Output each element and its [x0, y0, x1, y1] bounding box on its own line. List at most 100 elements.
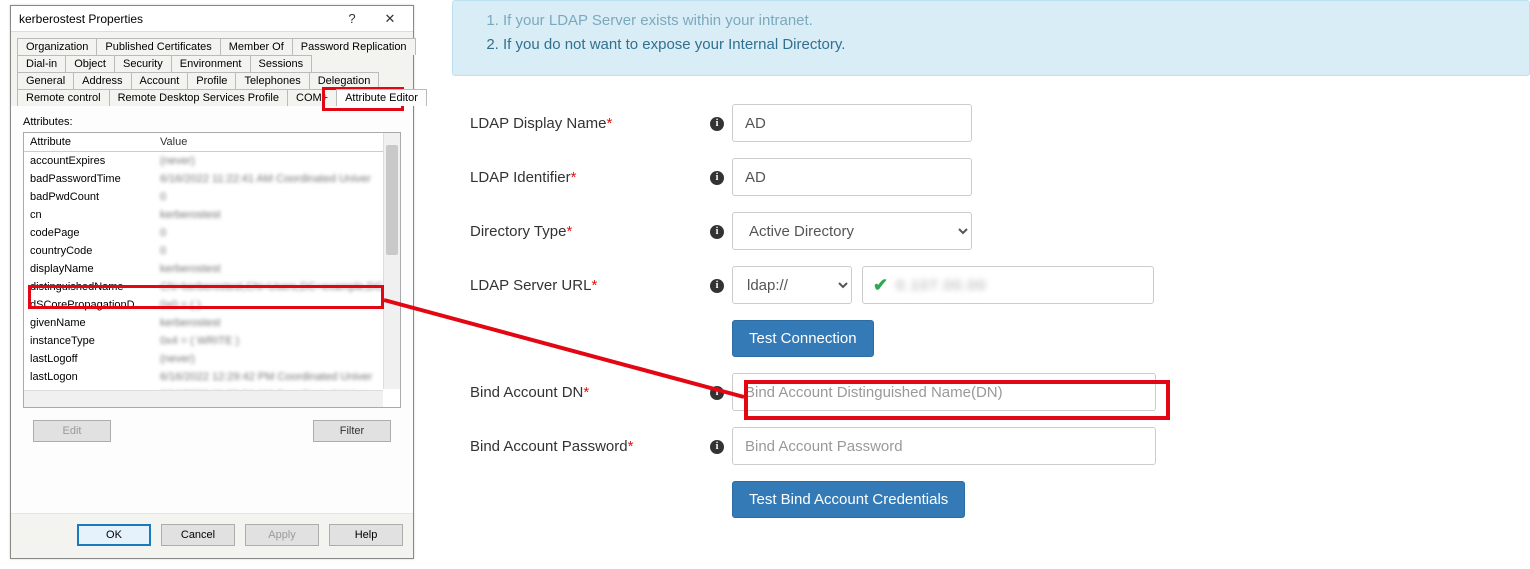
tab-password-replication[interactable]: Password Replication [292, 38, 416, 55]
help-icon[interactable]: i [702, 169, 732, 185]
attr-value: 6/16/2022 12:29:42 PM Coordinated Univer [160, 369, 394, 385]
help-icon[interactable]: i [702, 384, 732, 400]
attr-name: givenName [30, 315, 160, 331]
vertical-scrollbar[interactable] [383, 133, 400, 389]
input-identifier[interactable] [732, 158, 972, 196]
title-bar: kerberostest Properties ? ✕ [11, 6, 413, 32]
attr-name: instanceType [30, 333, 160, 349]
tabs-area: Organization Published Certificates Memb… [11, 32, 413, 106]
attr-value: 0 [160, 225, 394, 241]
select-protocol[interactable]: ldap:// [732, 266, 852, 304]
input-display-name[interactable] [732, 104, 972, 142]
attribute-row[interactable]: givenNamekerberostest [24, 314, 400, 332]
tab-attribute-editor[interactable]: Attribute Editor [336, 89, 427, 106]
edit-button[interactable]: Edit [33, 420, 111, 442]
tab-pane: Attributes: Attribute Value accountExpir… [11, 106, 413, 454]
row-bind-password: Bind Account Password* i [470, 427, 1530, 465]
tab-member-of[interactable]: Member Of [220, 38, 293, 55]
window-buttons: ? ✕ [333, 7, 409, 31]
tab-delegation[interactable]: Delegation [309, 72, 380, 89]
attr-value: 6/16/2022 11:22:41 AM Coordinated Univer [160, 171, 394, 187]
attribute-row[interactable]: distinguishedNameCN=kerberostest,CN=User… [24, 278, 400, 296]
horizontal-scrollbar[interactable] [24, 390, 383, 407]
attr-name: lastLogon [30, 369, 160, 385]
test-connection-button[interactable]: Test Connection [732, 320, 874, 357]
scroll-thumb[interactable] [386, 145, 398, 255]
attr-name: badPwdCount [30, 189, 160, 205]
tab-object[interactable]: Object [65, 55, 115, 72]
tab-remote-control[interactable]: Remote control [17, 89, 110, 106]
help-icon[interactable]: ? [333, 7, 371, 31]
attribute-row[interactable]: badPasswordTime6/16/2022 11:22:41 AM Coo… [24, 170, 400, 188]
label-display-name: LDAP Display Name* [470, 115, 702, 132]
tab-published-certificates[interactable]: Published Certificates [96, 38, 220, 55]
attr-name: cn [30, 207, 160, 223]
attr-value: (never) [160, 153, 394, 169]
row-display-name: LDAP Display Name* i [470, 104, 1530, 142]
attribute-row[interactable]: lastLogon6/16/2022 12:29:42 PM Coordinat… [24, 368, 400, 386]
input-bind-password[interactable] [732, 427, 1156, 465]
row-server-url: LDAP Server URL* i ldap:// ✔ 0.107.00.00 [470, 266, 1530, 304]
row-test-bind: Test Bind Account Credentials [470, 481, 1530, 518]
help-button[interactable]: Help [329, 524, 403, 546]
tab-sessions[interactable]: Sessions [250, 55, 313, 72]
input-server-host[interactable]: ✔ 0.107.00.00 [862, 266, 1154, 304]
tab-account[interactable]: Account [131, 72, 189, 89]
attr-value: kerberostest [160, 261, 394, 277]
label-bind-password: Bind Account Password* [470, 438, 702, 455]
help-icon[interactable]: i [702, 277, 732, 293]
attr-name: displayName [30, 261, 160, 277]
attribute-row[interactable]: dSCorePropagationD...0x0 = ( ) [24, 296, 400, 314]
help-icon[interactable]: i [702, 438, 732, 454]
apply-button[interactable]: Apply [245, 524, 319, 546]
attr-name: codePage [30, 225, 160, 241]
tab-address[interactable]: Address [73, 72, 131, 89]
select-directory-type[interactable]: Active Directory [732, 212, 972, 250]
info-box: If your LDAP Server exists within your i… [452, 0, 1530, 76]
attr-name: lastLogoff [30, 351, 160, 367]
attribute-row[interactable]: instanceType0x4 = ( WRITE ) [24, 332, 400, 350]
help-icon[interactable]: i [702, 223, 732, 239]
properties-dialog: kerberostest Properties ? ✕ Organization… [10, 5, 414, 559]
tab-rdsp[interactable]: Remote Desktop Services Profile [109, 89, 288, 106]
attribute-row[interactable]: badPwdCount0 [24, 188, 400, 206]
dialog-title: kerberostest Properties [19, 12, 333, 26]
filter-button[interactable]: Filter [313, 420, 391, 442]
label-server-url: LDAP Server URL* [470, 277, 702, 294]
label-directory-type: Directory Type* [470, 223, 702, 240]
tab-environment[interactable]: Environment [171, 55, 251, 72]
tab-telephones[interactable]: Telephones [235, 72, 309, 89]
attr-name: countryCode [30, 243, 160, 259]
row-directory-type: Directory Type* i Active Directory [470, 212, 1530, 250]
tab-profile[interactable]: Profile [187, 72, 236, 89]
attributes-label: Attributes: [23, 116, 401, 128]
attributes-list[interactable]: Attribute Value accountExpires(never)bad… [23, 132, 401, 408]
tab-dial-in[interactable]: Dial-in [17, 55, 66, 72]
attr-value: 0x4 = ( WRITE ) [160, 333, 394, 349]
ok-button[interactable]: OK [77, 524, 151, 546]
tab-organization[interactable]: Organization [17, 38, 97, 55]
label-identifier: LDAP Identifier* [470, 169, 702, 186]
help-icon[interactable]: i [702, 115, 732, 131]
attribute-row[interactable]: countryCode0 [24, 242, 400, 260]
attribute-row[interactable]: lastLogoff(never) [24, 350, 400, 368]
col-value: Value [160, 134, 394, 150]
attr-name: dSCorePropagationD... [30, 297, 160, 313]
close-icon[interactable]: ✕ [371, 7, 409, 31]
tab-security[interactable]: Security [114, 55, 172, 72]
tab-complus[interactable]: COM+ [287, 89, 337, 106]
info-line-2: If you do not want to expose your Intern… [503, 33, 1503, 57]
attr-value: (never) [160, 351, 394, 367]
input-bind-dn[interactable] [732, 373, 1156, 411]
row-bind-dn: Bind Account DN* i [470, 373, 1530, 411]
server-host-value: 0.107.00.00 [896, 277, 986, 294]
cancel-button[interactable]: Cancel [161, 524, 235, 546]
tab-general[interactable]: General [17, 72, 74, 89]
attribute-row[interactable]: codePage0 [24, 224, 400, 242]
attribute-row[interactable]: accountExpires(never) [24, 152, 400, 170]
test-bind-button[interactable]: Test Bind Account Credentials [732, 481, 965, 518]
ldap-config-form: If your LDAP Server exists within your i… [452, 0, 1530, 534]
attribute-row[interactable]: displayNamekerberostest [24, 260, 400, 278]
attr-value: kerberostest [160, 315, 394, 331]
attribute-row[interactable]: cnkerberostest [24, 206, 400, 224]
